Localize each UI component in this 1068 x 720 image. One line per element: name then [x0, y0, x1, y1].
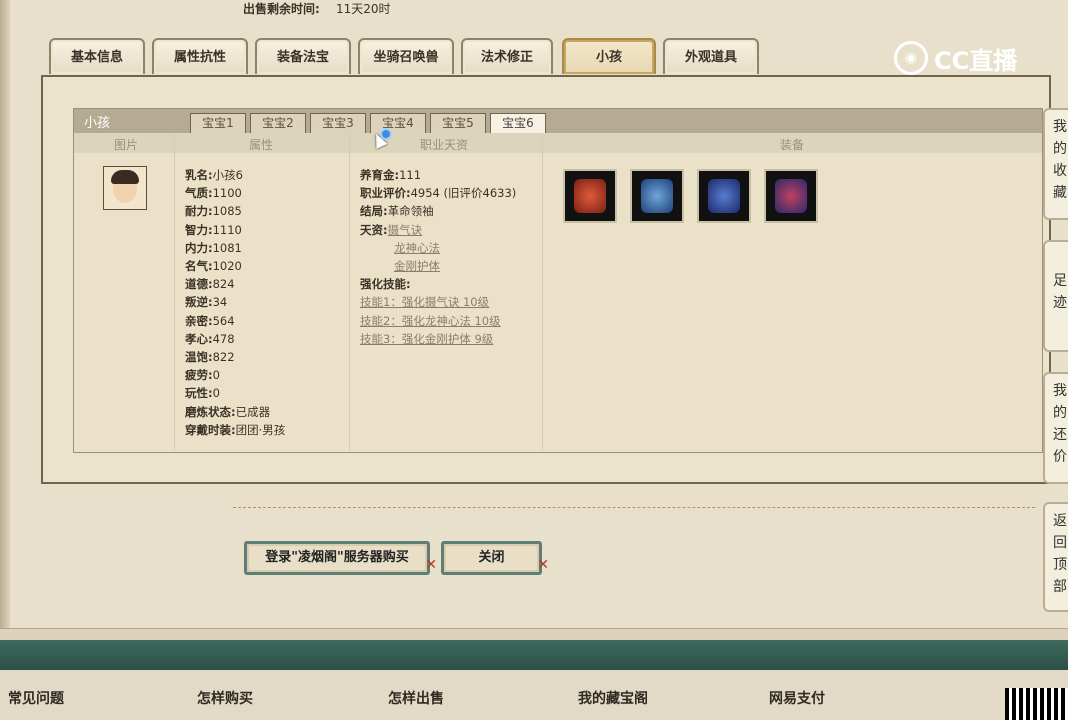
- ribbon-icon: ✕: [537, 557, 549, 573]
- talent-row: 天资:摄气诀: [360, 222, 423, 237]
- subtab-baby-2[interactable]: 宝宝2: [250, 113, 306, 133]
- tab-spell-correction[interactable]: 法术修正: [461, 38, 553, 74]
- attr-row: 气质:1100: [185, 186, 242, 201]
- footer-link[interactable]: 怎样购买: [197, 688, 253, 708]
- subtab-baby-5[interactable]: 宝宝5: [430, 113, 486, 133]
- attr-row: 孝心:478: [185, 331, 235, 346]
- tab-attributes[interactable]: 属性抗性: [152, 38, 248, 74]
- attr-row: 道德:824: [185, 277, 235, 292]
- col-career: 职业天资: [420, 138, 469, 152]
- attr-row: 亲密:564: [185, 313, 235, 328]
- portrait-hair: [111, 170, 139, 184]
- skill-row: 技能2：强化龙神心法 10级: [360, 312, 516, 330]
- equipment-slot[interactable]: [697, 169, 751, 223]
- talent-row: 金刚护体: [360, 257, 516, 275]
- attr-row: 玩性:0: [185, 386, 220, 401]
- career-info: 养育金:111 职业评价:4954 (旧评价4633) 结局:革命领袖 天资:摄…: [360, 166, 516, 348]
- col-equipment: 装备: [780, 138, 805, 152]
- red-armor-icon: [574, 179, 606, 213]
- left-frame: [0, 0, 10, 630]
- side-footprint[interactable]: 足迹: [1043, 240, 1068, 352]
- click-indicator-icon: [380, 128, 392, 140]
- talent-link[interactable]: 金刚护体: [394, 259, 440, 273]
- attr-row: 磨炼状态:已成器: [185, 404, 271, 419]
- talent-row: 龙神心法: [360, 239, 516, 257]
- side-favorites-label: 我的收藏: [1053, 119, 1067, 201]
- skill-link[interactable]: 技能3：强化金刚护体 9级: [360, 332, 493, 346]
- bottom-band: [0, 640, 1068, 670]
- attr-row: 温饱:822: [185, 350, 235, 365]
- equipment-slot[interactable]: [563, 169, 617, 223]
- sale-remaining-time: 出售剩余时间: 11天20时: [243, 0, 391, 17]
- attr-row: 名气:1020: [185, 259, 242, 274]
- side-favorites[interactable]: 我的收藏: [1043, 108, 1068, 220]
- attr-row: 叛逆:34: [185, 295, 228, 310]
- footer-link[interactable]: 网易支付: [769, 688, 825, 708]
- col-attributes: 属性: [249, 138, 274, 152]
- tab-basic-info[interactable]: 基本信息: [49, 38, 145, 74]
- sale-time-label: 出售剩余时间:: [243, 2, 320, 16]
- equipment-slot[interactable]: [630, 169, 684, 223]
- ribbon-icon: ✕: [425, 557, 437, 573]
- child-panel: 小孩 宝宝1 宝宝2 宝宝3 宝宝4 宝宝5 宝宝6 图片 属性 职业天资 装备…: [73, 108, 1043, 453]
- column-divider: [349, 133, 350, 451]
- qr-code-icon: [1005, 688, 1068, 720]
- talent-link[interactable]: 摄气诀: [388, 223, 423, 237]
- logo-text: CC直播: [934, 46, 1018, 75]
- column-divider: [174, 133, 175, 451]
- blue-cloth-icon: [708, 179, 740, 213]
- side-back-to-top[interactable]: 返回顶部: [1043, 502, 1068, 612]
- subtab-baby-6[interactable]: 宝宝6: [490, 113, 546, 133]
- footer-link[interactable]: 怎样出售: [388, 688, 444, 708]
- attr-row: 穿戴时装:团团·男孩: [185, 422, 286, 437]
- column-headers: 图片 属性 职业天资 装备: [74, 133, 1042, 153]
- subtab-baby-3[interactable]: 宝宝3: [310, 113, 366, 133]
- child-portrait: [103, 166, 147, 210]
- attr-row: 耐力:1085: [185, 204, 242, 219]
- subtab-baby-1[interactable]: 宝宝1: [190, 113, 246, 133]
- skill-link[interactable]: 技能1：强化摄气诀 10级: [360, 295, 489, 309]
- blue-robe-icon: [641, 179, 673, 213]
- cc-live-logo: ◉ CC直播: [894, 38, 1036, 78]
- equipment-slot[interactable]: [764, 169, 818, 223]
- career-ending: 结局:革命领袖: [360, 204, 434, 219]
- skills-label: 强化技能:: [360, 277, 411, 292]
- footer-link[interactable]: 我的藏宝阁: [578, 688, 648, 708]
- footer-link[interactable]: 常见问题: [8, 688, 64, 708]
- subtab-baby-4[interactable]: 宝宝4: [370, 113, 426, 133]
- divider: [233, 507, 1035, 508]
- skill-link[interactable]: 技能2：强化龙神心法 10级: [360, 314, 501, 328]
- skill-row: 技能3：强化金刚护体 9级: [360, 330, 516, 348]
- career-rating: 职业评价:4954 (旧评价4633): [360, 186, 517, 201]
- buy-button-label: 登录"凌烟阁"服务器购买: [265, 550, 409, 565]
- side-footprint-label: 足迹: [1053, 273, 1067, 311]
- footer: 常见问题 怎样购买 怎样出售 我的藏宝阁 网易支付: [0, 670, 1068, 720]
- talent-link[interactable]: 龙神心法: [394, 241, 440, 255]
- career-money: 养育金:111: [360, 168, 422, 182]
- tab-appearance[interactable]: 外观道具: [663, 38, 759, 74]
- attr-row: 疲劳:0: [185, 368, 220, 383]
- child-panel-title: 小孩: [84, 116, 111, 131]
- col-image: 图片: [114, 138, 139, 152]
- side-bargain-label: 我的还价: [1053, 383, 1067, 465]
- tab-equipment[interactable]: 装备法宝: [255, 38, 351, 74]
- armor-set-icon: [775, 179, 807, 213]
- cc-logo-icon: ◉: [894, 41, 928, 75]
- attribute-list: 乳名:小孩6 气质:1100 耐力:1085 智力:1110 内力:1081 名…: [185, 166, 285, 439]
- column-divider: [542, 133, 543, 451]
- attr-row: 内力:1081: [185, 240, 242, 255]
- close-button-label: 关闭: [478, 550, 505, 565]
- attr-row: 乳名:小孩6: [185, 168, 243, 182]
- sale-time-value: 11天20时: [336, 2, 391, 16]
- tab-child[interactable]: 小孩: [562, 38, 656, 74]
- side-bargain[interactable]: 我的还价: [1043, 372, 1068, 484]
- close-button[interactable]: 关闭 ✕: [441, 541, 549, 575]
- attr-row: 智力:1110: [185, 222, 242, 237]
- tab-mount-summon[interactable]: 坐骑召唤兽: [358, 38, 454, 74]
- skill-row: 技能1：强化摄气诀 10级: [360, 293, 516, 311]
- buy-button[interactable]: 登录"凌烟阁"服务器购买 ✕: [244, 541, 437, 575]
- side-back-to-top-label: 返回顶部: [1053, 513, 1067, 595]
